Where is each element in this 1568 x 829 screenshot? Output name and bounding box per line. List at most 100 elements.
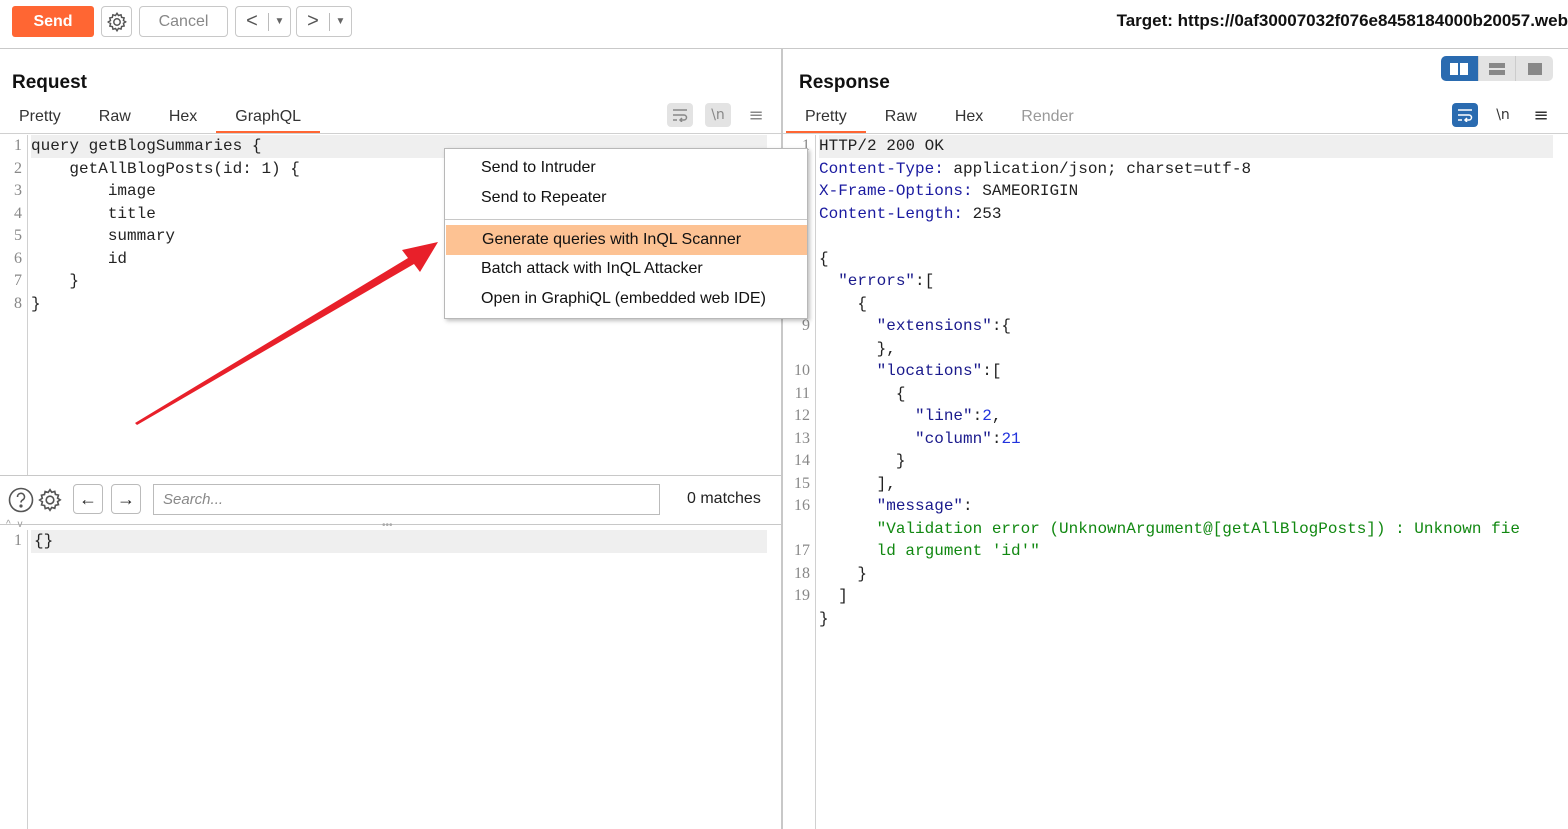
- menu-item-open-graphiql[interactable]: Open in GraphiQL (embedded web IDE): [445, 284, 807, 314]
- wrap-icon[interactable]: [1452, 103, 1478, 127]
- back-button[interactable]: < ▼: [235, 6, 291, 37]
- menu-item-send-to-repeater[interactable]: Send to Repeater: [445, 183, 807, 213]
- dropdown-arrow-icon[interactable]: ▼: [330, 16, 351, 27]
- line-number: 1: [14, 137, 22, 154]
- line-number: 2: [14, 159, 22, 177]
- line-number: 17: [794, 542, 810, 559]
- json-line: {: [819, 294, 868, 313]
- json-line: ]: [819, 587, 848, 605]
- forward-button[interactable]: > ▼: [296, 6, 352, 37]
- search-settings-button[interactable]: [36, 486, 64, 514]
- json-line: "extensions":{: [876, 317, 1012, 335]
- menu-icon[interactable]: ≡: [743, 103, 769, 127]
- status-line: HTTP/2 200 OK: [819, 135, 1553, 158]
- send-button[interactable]: Send: [12, 6, 94, 37]
- tab-graphql[interactable]: GraphQL: [216, 106, 320, 134]
- json-line: }: [819, 564, 868, 583]
- line-number: 7: [14, 272, 22, 289]
- menu-item-send-to-intruder[interactable]: Send to Intruder: [445, 153, 807, 183]
- tab-pretty[interactable]: Pretty: [0, 106, 80, 132]
- json-line: "errors":[: [838, 272, 935, 290]
- wrap-icon[interactable]: [667, 103, 693, 127]
- collapse-toggle-icon[interactable]: ^ v: [6, 519, 24, 530]
- arrow-right-icon: →: [117, 488, 135, 509]
- tab-pretty[interactable]: Pretty: [786, 106, 866, 134]
- json-line: "column":21: [915, 429, 1021, 448]
- next-match-button[interactable]: →: [111, 484, 141, 514]
- line-number: 3: [14, 182, 22, 199]
- line-number: 4: [14, 204, 22, 222]
- line-number: 11: [794, 384, 810, 402]
- tab-hex[interactable]: Hex: [150, 106, 216, 132]
- line-number: 13: [794, 429, 810, 447]
- cancel-button[interactable]: Cancel: [139, 6, 228, 37]
- json-line: ],: [819, 474, 896, 493]
- json-line: "Validation error (UnknownArgument@[getA…: [876, 519, 1520, 538]
- header-line: Content-Type: application/json; charset=…: [819, 159, 1252, 178]
- json-line: "locations":[: [876, 362, 1002, 380]
- newline-icon[interactable]: \n: [705, 103, 731, 127]
- json-line: ld argument 'id'": [876, 542, 1040, 560]
- previous-match-button[interactable]: ←: [73, 484, 103, 514]
- request-editor-tools: \n ≡: [667, 103, 769, 127]
- gear-icon: [106, 11, 127, 32]
- top-toolbar: Send Cancel < ▼ > ▼ Target: https://0af300…: [0, 0, 1568, 49]
- response-tabs: Pretty Raw Hex Render: [786, 106, 1093, 134]
- layout-toggle: [1441, 56, 1553, 81]
- response-editor[interactable]: 1 9 10 11 12 13 14 15 16 17 18 19 HTTP/2…: [783, 135, 1568, 829]
- newline-icon[interactable]: \n: [1490, 103, 1516, 127]
- response-editor-tools: \n ≡: [1452, 103, 1554, 127]
- line-number: 1: [14, 532, 22, 549]
- line-number: 8: [14, 294, 22, 312]
- json-line: }: [819, 452, 906, 470]
- line-gutter: 1 2 3 4 5 6 7 8: [0, 135, 28, 475]
- tab-render[interactable]: Render: [1002, 106, 1092, 132]
- tab-hex[interactable]: Hex: [936, 106, 1002, 132]
- single-view-button[interactable]: [1516, 56, 1553, 81]
- json-line: "line":2,: [915, 407, 1002, 425]
- line-number: 6: [14, 249, 22, 267]
- chevron-left-icon: <: [246, 10, 258, 32]
- search-input[interactable]: Search...: [153, 484, 660, 515]
- line-number: 19: [794, 587, 810, 604]
- line-number: 16: [794, 497, 810, 514]
- json-line: "message":: [876, 497, 973, 515]
- tabs-underline: [783, 133, 1568, 134]
- header-line: Content-Length: 253: [819, 204, 1002, 223]
- dropdown-arrow-icon[interactable]: ▼: [269, 16, 290, 27]
- tabs-underline: [0, 133, 781, 134]
- target-label: Target: https://0af30007032f076e84581840…: [1116, 11, 1568, 30]
- line-number: 18: [794, 564, 810, 582]
- line-number: 14: [794, 452, 810, 469]
- line-number: 15: [794, 474, 810, 492]
- line-gutter: 1: [0, 530, 28, 829]
- menu-item-inql-scanner[interactable]: Generate queries with InQL Scanner: [446, 225, 807, 255]
- menu-item-inql-attacker[interactable]: Batch attack with InQL Attacker: [445, 254, 807, 284]
- menu-icon[interactable]: ≡: [1528, 103, 1554, 127]
- response-title: Response: [799, 72, 890, 93]
- split-horizontal-button[interactable]: [1441, 56, 1479, 81]
- json-line: }: [819, 609, 829, 628]
- line-number: 12: [794, 407, 810, 424]
- help-icon[interactable]: [7, 486, 35, 514]
- request-tabs: Pretty Raw Hex GraphQL: [0, 106, 320, 134]
- settings-button[interactable]: [101, 6, 132, 37]
- context-menu: Send to Intruder Send to Repeater Genera…: [444, 148, 808, 319]
- line-number: 10: [794, 362, 810, 379]
- json-line: },: [819, 339, 896, 358]
- json-line: {: [819, 249, 829, 268]
- code-line: {}: [31, 530, 767, 553]
- split-vertical-button[interactable]: [1479, 56, 1517, 81]
- gear-icon: [38, 488, 62, 512]
- variables-editor[interactable]: 1 {}: [0, 530, 781, 829]
- menu-separator: [445, 219, 807, 220]
- chevron-right-icon: >: [307, 10, 319, 32]
- json-line: {: [819, 384, 906, 403]
- search-bar: ← → Search... 0 matches: [0, 475, 781, 525]
- header-line: X-Frame-Options: SAMEORIGIN: [819, 182, 1079, 200]
- match-count: 0 matches: [687, 490, 761, 507]
- line-number: 5: [14, 227, 22, 244]
- request-title: Request: [12, 72, 87, 93]
- tab-raw[interactable]: Raw: [80, 106, 150, 132]
- tab-raw[interactable]: Raw: [866, 106, 936, 132]
